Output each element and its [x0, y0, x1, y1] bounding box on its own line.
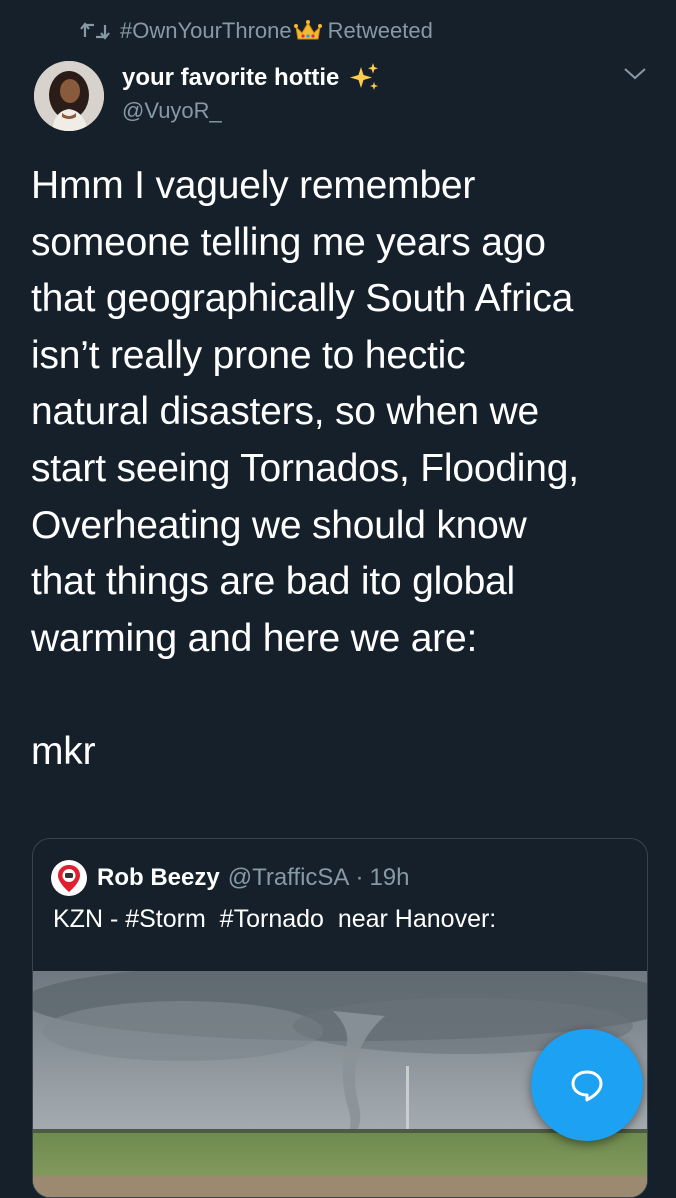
chevron-down-icon[interactable]: [622, 64, 648, 84]
retweet-status: Retweeted: [327, 18, 433, 43]
quoted-tweet-text: KZN - #Storm #Tornado near Hanover:: [53, 905, 497, 933]
quoted-tweet-card[interactable]: Rob Beezy @TrafficSA · 19h KZN - #Storm …: [32, 838, 648, 1198]
retweet-icon: [80, 22, 110, 40]
retweeter-name: #OwnYourThrone: [120, 18, 292, 43]
quoted-timestamp: 19h: [369, 864, 410, 891]
author-info[interactable]: your favorite hottie @VuyoR_: [122, 60, 381, 124]
retweet-context[interactable]: #OwnYourThrone Retweeted: [80, 14, 433, 48]
quoted-display-name: Rob Beezy: [97, 864, 220, 891]
quoted-handle: @TrafficSA: [227, 864, 350, 891]
crown-emoji-icon: [293, 20, 322, 40]
tweet-text: Hmm I vaguely remember someone telling m…: [31, 164, 579, 773]
separator-dot: ·: [355, 864, 364, 891]
reply-bubble-icon: [571, 1070, 603, 1102]
sparkles-emoji-icon: [350, 63, 379, 90]
quoted-author-avatar[interactable]: [51, 860, 87, 896]
author-handle: @VuyoR_: [122, 98, 222, 123]
avatar-photo: [34, 61, 104, 131]
compose-reply-button[interactable]: [531, 1029, 643, 1141]
author-display-name: your favorite hottie: [122, 60, 381, 96]
avatar[interactable]: [34, 61, 104, 131]
quoted-tweet-header: Rob Beezy @TrafficSA · 19h: [51, 859, 409, 897]
